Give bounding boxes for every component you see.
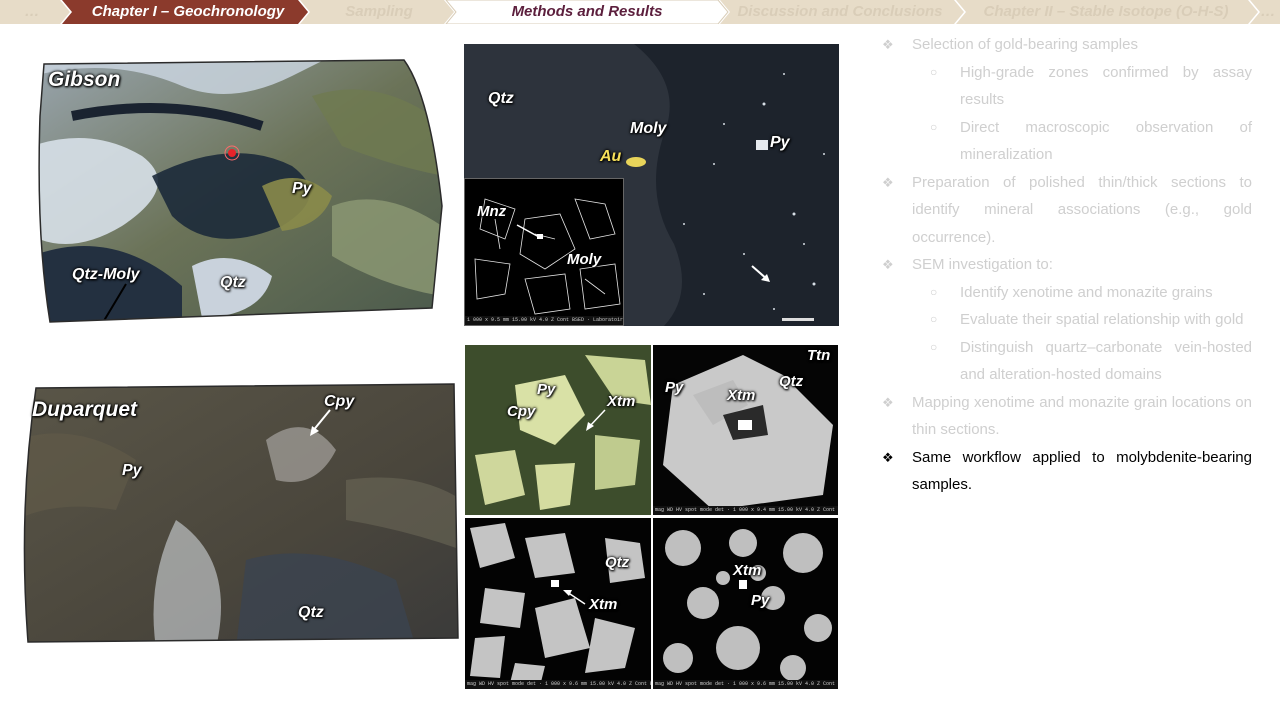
bullet-item: ❖ Mapping xenotime and monazite grain loc… (880, 389, 1252, 444)
gibson-label-qtz-moly: Qtz-Moly (72, 266, 140, 283)
nav-label-sampling[interactable]: Sampling (308, 0, 450, 24)
gibson-micro-label-au: Au (600, 148, 622, 165)
gibson-micro-label-qtz: Qtz (488, 90, 514, 107)
diamond-bullet-icon: ❖ (882, 449, 894, 465)
duparquet-micrograph-bse-2: Qtz Xtm mag WD HV spot mode det · 1 000 … (465, 518, 651, 689)
bullet-text: Preparation of polished thin/thick secti… (912, 173, 1252, 246)
gibson-inset-scalebar: 1 000 x 9.5 mm 15.00 kV 4.0 Z Cont BSED … (465, 316, 623, 325)
dq-bse1-label-xtm: Xtm (727, 387, 756, 404)
diamond-bullet-icon: ❖ (882, 174, 894, 190)
duparquet-bse-2-drawing (465, 518, 651, 689)
nav-label-discussion[interactable]: Discussion and Conclusions (728, 0, 952, 24)
diamond-bullet-icon: ❖ (882, 257, 894, 272)
bullet-text: Evaluate their spatial relationship with… (960, 311, 1244, 328)
dq-bse2-label-xtm: Xtm (589, 596, 618, 613)
nav-label-ellipsis-left[interactable]: … (8, 0, 56, 24)
gibson-inset-label-mnz: Mnz (477, 203, 507, 220)
bullet-text: Selection of gold-bearing samples (912, 36, 1138, 53)
circle-bullet-icon: ○ (930, 119, 938, 134)
duparquet-title: Duparquet (32, 398, 137, 421)
gibson-label-qtz: Qtz (220, 274, 246, 291)
circle-bullet-icon: ○ (930, 339, 938, 354)
bullet-item: ❖ SEM investigation to: (880, 251, 1252, 279)
bullet-item: ❖ Same workflow applied to molybdenite-be… (880, 444, 1252, 499)
circle-bullet-icon: ○ (930, 64, 938, 79)
dq-bse3-scalebar: mag WD HV spot mode det · 1 000 x 9.6 mm… (653, 680, 838, 689)
gibson-analysis-spot-icon (228, 149, 236, 157)
duparquet-micrograph-bse-1: Ttn Py Xtm Qtz mag WD HV spot mode det ·… (653, 345, 838, 515)
gibson-micrograph: Qtz Moly Au Py Mnz Moly 1 000 x 9.5 mm 1… (464, 44, 839, 326)
dq-bse1-label-ttn: Ttn (807, 347, 831, 364)
dq-bse2-scalebar: mag WD HV spot mode det · 1 000 x 9.6 mm… (465, 680, 651, 689)
nav-label-chapter-2[interactable]: Chapter II – Stable Isotope (O-H-S) (964, 0, 1248, 24)
bullet-text: High-grade zones confirmed by assay resu… (960, 63, 1252, 109)
duparquet-bse-3-drawing (653, 518, 838, 689)
dq-reflected-label-xtm: Xtm (607, 393, 636, 410)
bullet-text: Identify xenotime and monazite grains (960, 283, 1213, 301)
dq-bse2-label-qtz: Qtz (605, 554, 630, 571)
duparquet-label-py: Py (122, 462, 142, 479)
nav-label-methods-and-results[interactable]: Methods and Results (456, 0, 718, 24)
circle-bullet-icon: ○ (930, 312, 938, 326)
bullet-text: SEM investigation to: (912, 256, 1053, 273)
dq-bse1-scalebar: mag WD HV spot mode det · 1 000 x 9.4 mm… (653, 506, 838, 515)
duparquet-label-qtz: Qtz (298, 604, 324, 621)
methods-bullet-list: ❖ Selection of gold-bearing samples ○ High-… (880, 31, 1252, 499)
gibson-sem-inset: Mnz Moly 1 000 x 9.5 mm 15.00 kV 4.0 Z C… (464, 178, 624, 326)
dq-bse3-label-xtm: Xtm (733, 562, 762, 579)
chapter-navigation-bar: … Chapter I – Geochronology Sampling Met… (0, 0, 1280, 24)
sub-bullet-item: ○ Distinguish quartz–carbonate vein-hoste… (880, 334, 1252, 389)
gibson-hand-sample-photo: Gibson Py Qtz-Moly Qtz (32, 56, 444, 326)
gibson-label-py: Py (292, 180, 312, 197)
duparquet-micrograph-bse-3: Xtm Py mag WD HV spot mode det · 1 000 x… (653, 518, 838, 689)
diamond-bullet-icon: ❖ (882, 394, 894, 410)
nav-label-ellipsis-right[interactable]: … (1256, 0, 1280, 24)
nav-label-chapter-1[interactable]: Chapter I – Geochronology (72, 0, 304, 24)
bullet-text: Same workflow applied to molybdenite-bea… (912, 448, 1252, 494)
dq-reflected-label-py: Py (537, 381, 556, 398)
duparquet-hand-sample-photo: Duparquet Cpy Py Qtz (16, 380, 462, 648)
bullet-text: Direct macroscopic observation of minera… (960, 118, 1252, 164)
dq-reflected-label-cpy: Cpy (507, 403, 536, 420)
sub-bullet-item: ○ Identify xenotime and monazite grains (880, 279, 1252, 307)
gibson-title: Gibson (48, 68, 121, 91)
sub-bullet-item: ○ High-grade zones confirmed by assay res… (880, 59, 1252, 114)
bullet-text: Mapping xenotime and monazite grain loca… (912, 393, 1252, 439)
bullet-item: ❖ Selection of gold-bearing samples (880, 31, 1252, 59)
gibson-inset-label-moly: Moly (567, 251, 602, 268)
bullet-text: Distinguish quartz–carbonate vein-hosted… (960, 338, 1252, 384)
dq-bse3-label-py: Py (751, 592, 770, 609)
duparquet-reflected-drawing (465, 345, 651, 515)
diamond-bullet-icon: ❖ (882, 37, 894, 52)
duparquet-bse-1-drawing (653, 345, 838, 515)
sub-bullet-item: ○ Evaluate their spatial relationship wit… (880, 306, 1252, 334)
dq-bse1-label-qtz: Qtz (779, 373, 804, 390)
gibson-micro-label-moly: Moly (630, 120, 667, 137)
bullet-item: ❖ Preparation of polished thin/thick sect… (880, 169, 1252, 252)
gibson-micro-label-py: Py (770, 134, 790, 151)
duparquet-label-cpy: Cpy (324, 393, 355, 410)
sub-bullet-item: ○ Direct macroscopic observation of miner… (880, 114, 1252, 169)
duparquet-micrograph-reflected: Py Cpy Xtm (465, 345, 651, 515)
dq-bse1-label-py: Py (665, 379, 684, 396)
circle-bullet-icon: ○ (930, 284, 938, 299)
